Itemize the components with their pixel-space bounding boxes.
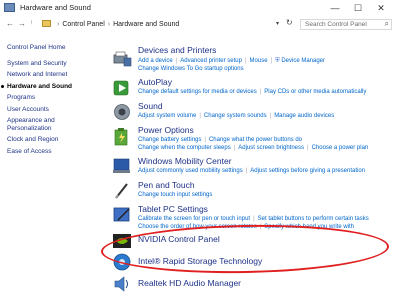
link-mobility-settings[interactable]: Adjust commonly used mobility settings <box>138 168 243 174</box>
link-adjust-volume[interactable]: Adjust system volume <box>138 113 196 119</box>
category-title[interactable]: Devices and Printers <box>138 45 216 55</box>
link-play-cds[interactable]: Play CDs or other media automatically <box>264 89 366 95</box>
category-links: Add a device | Advanced printer setup | Mous… <box>138 58 325 64</box>
search-input[interactable]: Search Control Panel ⌕ <box>300 19 392 30</box>
breadcrumb-hardware-and-sound[interactable]: Hardware and Sound <box>113 21 179 28</box>
sidebar-item-ease-of-access[interactable]: Ease of Access <box>7 148 51 156</box>
link-manage-audio-devices[interactable]: Manage audio devices <box>274 113 334 119</box>
link-screen-brightness[interactable]: Adjust screen brightness <box>238 145 304 151</box>
chevron-down-icon[interactable]: ▾ <box>276 20 279 27</box>
power-options-icon <box>114 128 128 146</box>
breadcrumb[interactable]: › Control Panel › Hardware and Sound <box>42 19 274 30</box>
link-windows-to-go[interactable]: Change Windows To Go startup options <box>138 66 244 72</box>
link-power-plan[interactable]: Choose a power plan <box>312 145 369 151</box>
category-links-row2: Change Windows To Go startup options <box>138 65 244 73</box>
window-title: Hardware and Sound <box>20 3 91 12</box>
category-links: Adjust system volume | Change system sound… <box>138 113 335 119</box>
link-presentation-settings[interactable]: Adjust settings before giving a presenta… <box>250 168 365 174</box>
address-bar: ← → ↑ › Control Panel › Hardware and Sound … <box>0 18 395 32</box>
control-panel-app-icon <box>4 3 15 12</box>
search-icon[interactable]: ⌕ <box>385 19 389 28</box>
sidebar-item-system-and-security[interactable]: System and Security <box>7 60 67 68</box>
link-change-system-sounds[interactable]: Change system sounds <box>204 113 267 119</box>
realtek-speaker-icon <box>114 276 128 292</box>
maximize-button[interactable]: ☐ <box>347 2 369 14</box>
category-links: Change default settings for media or dev… <box>138 89 367 95</box>
pen-icon <box>115 183 128 199</box>
link-mouse[interactable]: Mouse <box>250 58 268 64</box>
folder-icon <box>42 20 51 27</box>
link-add-device[interactable]: Add a device <box>138 58 173 64</box>
refresh-icon[interactable]: ↻ <box>286 18 293 27</box>
link-calibrate-screen[interactable]: Calibrate the screen for pen or touch in… <box>138 216 250 222</box>
search-placeholder: Search Control Panel <box>305 21 367 28</box>
link-device-manager[interactable]: Device Manager <box>281 58 325 64</box>
category-links: Calibrate the screen for pen or touch in… <box>138 216 369 222</box>
category-title[interactable]: Windows Mobility Center <box>138 156 232 166</box>
category-title[interactable]: Power Options <box>138 125 194 135</box>
link-advanced-printer-setup[interactable]: Advanced printer setup <box>180 58 242 64</box>
category-links-row2: Change when the computer sleeps | Adjust s… <box>138 145 369 151</box>
shield-icon: ⛨ <box>275 58 280 64</box>
forward-arrow-icon[interactable]: → <box>18 19 26 28</box>
category-title[interactable]: Sound <box>138 101 163 111</box>
link-change-default-media[interactable]: Change default settings for media or dev… <box>138 89 257 95</box>
link-touch-input-settings[interactable]: Change touch input settings <box>138 192 212 198</box>
breadcrumb-control-panel[interactable]: Control Panel <box>62 21 104 28</box>
sidebar-item-hardware-and-sound[interactable]: Hardware and Sound <box>1 83 73 91</box>
autoplay-icon <box>113 80 129 96</box>
sidebar-item-programs[interactable]: Programs <box>7 94 35 102</box>
selected-bullet-icon <box>1 85 4 88</box>
link-power-buttons[interactable]: Change what the power buttons do <box>209 137 302 143</box>
sidebar-item-appearance[interactable]: Appearance and <box>7 117 55 125</box>
link-computer-sleeps[interactable]: Change when the computer sleeps <box>138 145 231 151</box>
link-change-battery-settings[interactable]: Change battery settings <box>138 137 201 143</box>
title-bar: Hardware and Sound — ☐ ✕ <box>0 0 395 16</box>
sidebar-item-personalization[interactable]: Personalization <box>7 125 51 133</box>
minimize-button[interactable]: — <box>324 2 346 14</box>
sidebar-item-network-and-internet[interactable]: Network and Internet <box>7 71 67 79</box>
link-tablet-buttons[interactable]: Set tablet buttons to perform certain ta… <box>258 216 369 222</box>
category-title[interactable]: Realtek HD Audio Manager <box>138 278 241 288</box>
category-links: Change battery settings | Change what the … <box>138 137 303 143</box>
speaker-icon <box>114 104 130 120</box>
up-arrow-icon[interactable]: ↑ <box>30 20 33 26</box>
sidebar-item-control-panel-home[interactable]: Control Panel Home <box>7 44 66 52</box>
category-title[interactable]: AutoPlay <box>138 77 172 87</box>
category-links: Change touch input settings <box>138 191 212 199</box>
tablet-pc-icon <box>113 207 130 222</box>
sidebar-item-label: Hardware and Sound <box>7 83 73 90</box>
category-links: Adjust commonly used mobility settings | A… <box>138 168 366 174</box>
category-title[interactable]: Pen and Touch <box>138 180 195 190</box>
back-arrow-icon[interactable]: ← <box>6 19 14 28</box>
sidebar-item-user-accounts[interactable]: User Accounts <box>7 106 49 114</box>
sidebar-item-clock-and-region[interactable]: Clock and Region <box>7 136 58 144</box>
mobility-center-icon <box>113 158 130 173</box>
devices-printers-icon <box>113 51 132 67</box>
close-button[interactable]: ✕ <box>370 2 392 14</box>
category-title[interactable]: Tablet PC Settings <box>138 204 208 214</box>
